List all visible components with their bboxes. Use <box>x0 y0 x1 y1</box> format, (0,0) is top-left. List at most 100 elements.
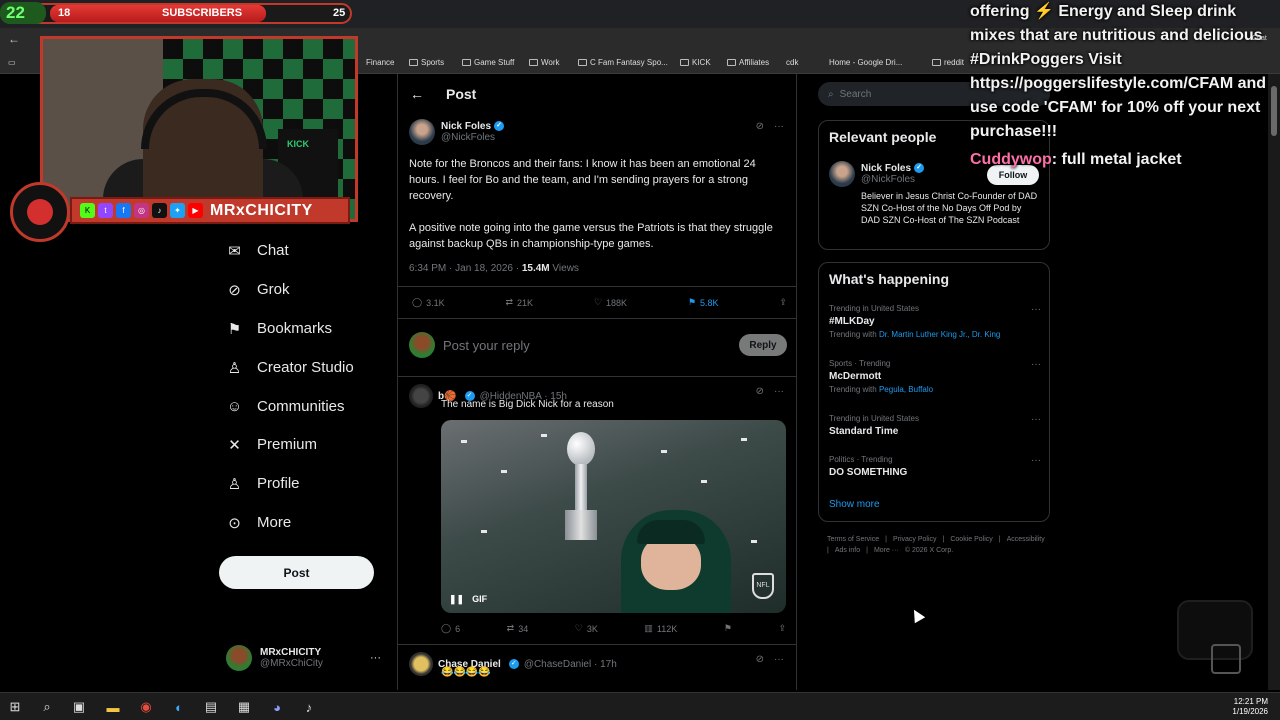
trend-item[interactable]: Sports · Trending McDermott Trending wit… <box>829 359 1041 394</box>
file-explorer-icon[interactable]: ▬ <box>104 698 122 716</box>
ads-info-link[interactable]: Ads info <box>835 547 860 554</box>
trend-item[interactable]: Trending in United States Standard Time … <box>829 414 1041 437</box>
footer-more-link[interactable]: More ··· <box>874 547 899 554</box>
privacy-link[interactable]: Privacy Policy <box>893 536 937 543</box>
bookmark-affiliates[interactable]: Affiliates <box>727 58 769 67</box>
chat-message: Cuddywop: full metal jacket <box>970 151 1182 168</box>
nav-bookmarks[interactable]: ⚑ Bookmarks <box>226 320 332 338</box>
bookmark-reddit[interactable]: reddit <box>932 58 964 67</box>
cookie-link[interactable]: Cookie Policy <box>950 536 992 543</box>
bookmark-work[interactable]: Work <box>529 58 560 67</box>
bookmark-kick[interactable]: KICK <box>680 58 711 67</box>
terms-link[interactable]: Terms of Service <box>827 536 879 543</box>
reply-icon: ◯ <box>412 297 423 307</box>
bull-logo <box>10 182 70 242</box>
bookmark-action[interactable]: ⚑ <box>724 623 732 634</box>
more-options-icon[interactable]: ··· <box>774 386 784 397</box>
reply-input[interactable]: Post your reply <box>443 338 739 353</box>
bookmark-icon: ⚑ <box>227 320 242 338</box>
folder-icon <box>578 59 587 66</box>
back-icon[interactable]: ← <box>8 32 20 46</box>
bookmark-cfam-fantasy[interactable]: C Fam Fantasy Spo... <box>578 58 668 67</box>
nav-profile[interactable]: ♙ Profile <box>226 475 300 493</box>
reply-action[interactable]: ◯ 3.1K <box>412 297 445 308</box>
back-arrow-icon[interactable]: ← <box>410 86 424 102</box>
more-options-icon[interactable]: ··· <box>1031 304 1041 315</box>
bookmarks-menu-icon[interactable]: ▭ <box>8 58 16 67</box>
like-action[interactable]: ♡ 3K <box>575 623 598 634</box>
trend-item[interactable]: Trending in United States #MLKDay Trendi… <box>829 304 1041 339</box>
youtube-icon: ▶ <box>188 203 203 218</box>
folder-icon <box>409 59 418 66</box>
account-switcher[interactable]: MRxCHICITY @MRxChiCity <box>226 645 323 671</box>
gif-media[interactable]: NFL ❚❚ GIF <box>441 420 786 613</box>
views-action[interactable]: ▥ 112K <box>644 623 677 634</box>
post-button[interactable]: Post <box>219 556 374 589</box>
trophy <box>561 432 601 542</box>
avatar <box>409 332 435 358</box>
share-action[interactable]: ⇪ <box>779 297 787 308</box>
streamer-name: MRxCHICITY <box>210 201 313 219</box>
app-icon[interactable]: ▤ <box>202 698 220 716</box>
nav-grok[interactable]: ⊘ Grok <box>226 281 289 299</box>
streamdeck-icon[interactable]: ▦ <box>235 698 253 716</box>
bookmark-cdk[interactable]: cdk <box>786 58 798 67</box>
show-more-link[interactable]: Show more <box>829 499 880 510</box>
grok-icon[interactable]: ⊘ <box>756 386 764 397</box>
facebook-icon: f <box>116 203 131 218</box>
bookmark-sports[interactable]: Sports <box>409 58 444 67</box>
more-options-icon[interactable]: ··· <box>774 121 784 132</box>
repost-action[interactable]: ⇄ 21K <box>505 297 533 308</box>
obs-icon[interactable]: ◉ <box>137 698 155 716</box>
more-options-icon[interactable]: ··· <box>774 654 784 665</box>
trend-item[interactable]: Politics · Trending DO SOMETHING ··· <box>829 455 1041 478</box>
account-more-icon[interactable]: ··· <box>370 652 381 664</box>
nav-chat[interactable]: ✉ Chat <box>226 242 288 260</box>
bookmark-game-stuff[interactable]: Game Stuff <box>462 58 514 67</box>
bookmark-google-drive[interactable]: Home - Google Dri... <box>829 58 902 67</box>
reply-tweet[interactable]: b🏀 ✓ @HiddenNBA · 15h The name is Big Di… <box>409 384 614 410</box>
more-options-icon[interactable]: ··· <box>1031 414 1041 425</box>
windows-taskbar: ⊞ ⌕ ▣ ▬ ◉ ◐ ▤ ▦ ◕ ♪ 12:21 PM 1/19/2026 <box>0 692 1280 720</box>
person-name: Nick Foles <box>861 163 912 174</box>
accessibility-link[interactable]: Accessibility <box>1007 536 1045 543</box>
x-icon: ✕ <box>228 436 241 454</box>
search-icon[interactable]: ⌕ <box>38 698 56 716</box>
edge-icon[interactable]: ◐ <box>170 698 188 716</box>
grok-icon[interactable]: ⊘ <box>756 121 764 132</box>
repost-action[interactable]: ⇄ 34 <box>507 623 529 634</box>
nav-communities[interactable]: ☺ Communities <box>226 398 345 415</box>
chat-tab-label[interactable]: Chat <box>1252 35 1267 42</box>
more-options-icon[interactable]: ··· <box>1031 455 1041 466</box>
bookmark-finance[interactable]: Finance <box>366 58 394 67</box>
bookmark-icon: ⚑ <box>687 297 697 307</box>
tweet-author[interactable]: Nick Foles ✓ @NickFoles <box>409 119 505 145</box>
instagram-icon: ◎ <box>134 203 149 218</box>
tiktok-icon[interactable]: ♪ <box>300 698 318 716</box>
grok-icon[interactable]: ⊘ <box>756 654 764 665</box>
nav-premium[interactable]: ✕ Premium <box>226 436 317 454</box>
more-icon: ⊙ <box>228 514 241 532</box>
like-action[interactable]: ♡ 188K <box>594 297 627 308</box>
task-view-icon[interactable]: ▣ <box>70 698 88 716</box>
reply-tweet[interactable]: Chase Daniel ✓ @ChaseDaniel · 17h 😂😂😂😂 <box>409 652 617 678</box>
copyright: © 2026 X Corp. <box>904 547 954 554</box>
avatar <box>829 161 855 187</box>
share-action[interactable]: ⇪ <box>778 623 786 634</box>
person-row[interactable]: Nick Foles ✓ @NickFoles <box>829 161 925 187</box>
discord-icon[interactable]: ◕ <box>268 698 286 716</box>
windows-start-icon[interactable]: ⊞ <box>6 698 24 716</box>
more-options-icon[interactable]: ··· <box>1031 359 1041 370</box>
gif-badge: ❚❚ GIF <box>449 594 488 605</box>
account-name: MRxCHICITY <box>260 647 322 658</box>
pause-icon[interactable]: ❚❚ <box>449 594 464 605</box>
reply-button[interactable]: Reply <box>739 334 787 356</box>
heart-icon: ♡ <box>574 623 583 633</box>
reply-action[interactable]: ◯ 6 <box>441 623 460 634</box>
bookmark-action[interactable]: ⚑ 5.8K <box>688 297 719 308</box>
nav-more[interactable]: ⊙ More <box>226 514 291 532</box>
system-clock[interactable]: 12:21 PM 1/19/2026 <box>1232 697 1268 717</box>
avatar <box>409 119 435 145</box>
account-handle: @MRxChiCity <box>260 658 323 669</box>
nav-creator-studio[interactable]: ♙ Creator Studio <box>226 359 354 377</box>
